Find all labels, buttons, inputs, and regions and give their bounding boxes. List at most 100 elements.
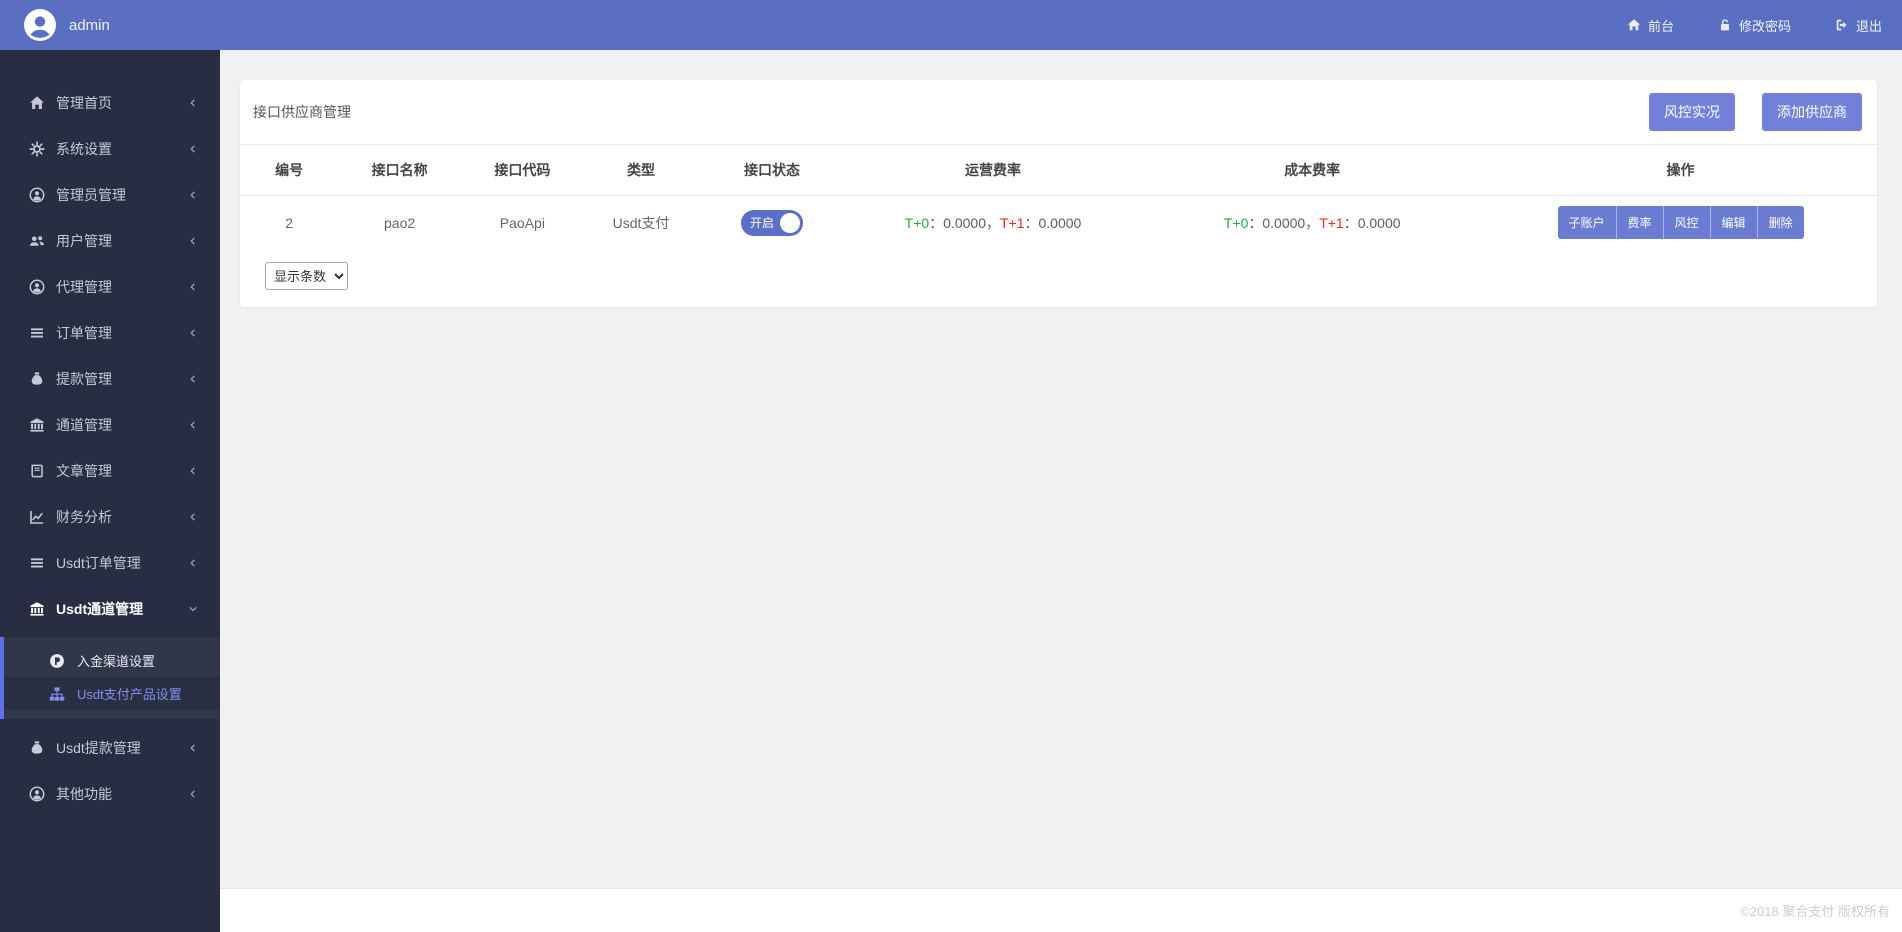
chevron-left-icon bbox=[188, 282, 198, 292]
sidebar-item-usdt-withdraw-manage[interactable]: Usdt提款管理 bbox=[0, 725, 220, 771]
chevron-left-icon bbox=[188, 743, 198, 753]
user-avatar-icon bbox=[24, 9, 56, 41]
lock-icon bbox=[1718, 18, 1732, 32]
chevron-left-icon bbox=[188, 144, 198, 154]
user-circle-icon bbox=[28, 786, 45, 802]
cell-id: 2 bbox=[285, 214, 293, 231]
topbar-link-change-password[interactable]: 修改密码 bbox=[1718, 16, 1791, 35]
chevron-left-icon bbox=[188, 328, 198, 338]
status-toggle[interactable]: 开启 bbox=[740, 209, 803, 236]
fee-t1-label: T+1 bbox=[1319, 214, 1344, 231]
list-icon bbox=[28, 325, 45, 341]
p-circle-icon bbox=[48, 653, 65, 669]
table-header-row: 编号 接口名称 接口代码 类型 接口状态 运营费率 成本费率 操作 bbox=[240, 145, 1877, 196]
sidebar-item-withdraw-manage[interactable]: 提款管理 bbox=[0, 356, 220, 402]
fee-t0-value: ：0.0000， bbox=[929, 214, 1000, 231]
copyright-text: ©2018 聚合支付 版权所有 bbox=[1740, 904, 1890, 919]
chevron-left-icon bbox=[188, 236, 198, 246]
users-icon bbox=[28, 233, 45, 249]
sidebar-item-label: 订单管理 bbox=[56, 325, 112, 341]
user-circle-icon bbox=[28, 187, 45, 203]
delete-button[interactable]: 删除 bbox=[1757, 206, 1804, 240]
cell-type: Usdt支付 bbox=[612, 214, 670, 231]
sidebar-subitem-label: 入金渠道设置 bbox=[77, 654, 156, 669]
sidebar-item-label: Usdt通道管理 bbox=[56, 601, 144, 617]
sidebar-item-usdt-order-manage[interactable]: Usdt订单管理 bbox=[0, 540, 220, 586]
col-header: 操作 bbox=[1484, 145, 1877, 196]
sidebar-item-user-manage[interactable]: 用户管理 bbox=[0, 218, 220, 264]
sidebar-item-manage-home[interactable]: 管理首页 bbox=[0, 80, 220, 126]
chevron-left-icon bbox=[188, 558, 198, 568]
sub-account-button[interactable]: 子账户 bbox=[1557, 206, 1617, 240]
username: admin bbox=[69, 16, 110, 34]
col-header: 成本费率 bbox=[1140, 145, 1485, 196]
add-supplier-button[interactable]: 添加供应商 bbox=[1762, 93, 1862, 131]
cell-actions: 子账户 费率 风控 编辑 删除 bbox=[1484, 195, 1877, 250]
sidebar-item-label: 通道管理 bbox=[56, 417, 112, 433]
topbar-user[interactable]: admin bbox=[0, 9, 110, 41]
bank-icon bbox=[28, 601, 45, 617]
page-size-select[interactable]: 显示条数 bbox=[265, 262, 348, 290]
topbar-link-frontend[interactable]: 前台 bbox=[1627, 16, 1674, 35]
sidebar-item-channel-manage[interactable]: 通道管理 bbox=[0, 402, 220, 448]
sidebar-item-label: 提款管理 bbox=[56, 371, 112, 387]
row-action-group: 子账户 费率 风控 编辑 删除 bbox=[1557, 206, 1804, 240]
sidebar-item-label: 管理员管理 bbox=[56, 187, 126, 203]
sidebar-item-finance-analysis[interactable]: 财务分析 bbox=[0, 494, 220, 540]
sitemap-icon bbox=[48, 686, 65, 702]
sidebar: 管理首页系统设置管理员管理用户管理代理管理订单管理提款管理通道管理文章管理财务分… bbox=[0, 50, 220, 932]
sidebar-item-label: 其他功能 bbox=[56, 786, 112, 802]
risk-live-button[interactable]: 风控实况 bbox=[1649, 93, 1735, 131]
fee-t0-label: T+0 bbox=[1223, 214, 1249, 231]
sidebar-item-label: 管理首页 bbox=[56, 95, 112, 111]
col-header: 类型 bbox=[583, 145, 699, 196]
cell-cost-fee: T+0：0.0000，T+1：0.0000 bbox=[1140, 195, 1484, 250]
rate-button[interactable]: 费率 bbox=[1616, 206, 1664, 240]
cell-status: 开启 bbox=[698, 195, 845, 250]
supplier-card: 接口供应商管理 风控实况 添加供应商 编号 接口名称 接口代码 类型 接口状态 运营费率 成本… bbox=[240, 80, 1877, 307]
money-bag-icon bbox=[28, 371, 45, 387]
fee-t0-value: ：0.0000， bbox=[1248, 214, 1320, 231]
sign-out-icon bbox=[1835, 18, 1849, 32]
sidebar-item-label: 文章管理 bbox=[56, 463, 112, 479]
sidebar-subitem-deposit-channel-settings[interactable]: 入金渠道设置 bbox=[4, 644, 220, 677]
toggle-label: 开启 bbox=[749, 216, 774, 231]
edit-button[interactable]: 编辑 bbox=[1710, 206, 1758, 240]
chevron-left-icon bbox=[188, 466, 198, 476]
chevron-left-icon bbox=[188, 512, 198, 522]
submenu-usdt-channel-manage: 入金渠道设置 Usdt支付产品设置 bbox=[0, 637, 220, 719]
supplier-table: 编号 接口名称 接口代码 类型 接口状态 运营费率 成本费率 操作 2 pao2 PaoApi Us… bbox=[240, 145, 1877, 250]
sidebar-subitem-usdt-pay-product-settings[interactable]: Usdt支付产品设置 bbox=[4, 677, 220, 710]
sidebar-item-label: Usdt订单管理 bbox=[56, 555, 141, 571]
sidebar-item-admin-manage[interactable]: 管理员管理 bbox=[0, 172, 220, 218]
toggle-knob bbox=[779, 212, 800, 233]
sidebar-subitem-label: Usdt支付产品设置 bbox=[77, 687, 182, 702]
fee-t1-label: T+1 bbox=[999, 214, 1025, 231]
sidebar-item-label: 财务分析 bbox=[56, 509, 112, 525]
bank-icon bbox=[28, 417, 45, 433]
risk-button[interactable]: 风控 bbox=[1663, 206, 1711, 240]
col-header: 运营费率 bbox=[845, 145, 1141, 196]
fee-t0-label: T+0 bbox=[904, 214, 930, 231]
col-header: 接口状态 bbox=[698, 145, 846, 196]
topbar: admin 前台 修改密码 退出 bbox=[0, 0, 1902, 50]
page-footer: ©2018 聚合支付 版权所有 bbox=[220, 888, 1902, 932]
sidebar-item-label: 系统设置 bbox=[56, 141, 112, 157]
card-actions: 风控实况 添加供应商 bbox=[1649, 93, 1862, 131]
sidebar-item-article-manage[interactable]: 文章管理 bbox=[0, 448, 220, 494]
topbar-link-label: 修改密码 bbox=[1738, 18, 1791, 34]
sidebar-item-other-functions[interactable]: 其他功能 bbox=[0, 771, 220, 817]
user-circle-icon bbox=[28, 279, 45, 295]
sidebar-item-label: 用户管理 bbox=[56, 233, 112, 249]
sidebar-item-system-settings[interactable]: 系统设置 bbox=[0, 126, 220, 172]
chevron-down-icon bbox=[188, 604, 198, 614]
sidebar-item-usdt-channel-manage[interactable]: Usdt通道管理 bbox=[0, 586, 220, 632]
sidebar-item-label: Usdt提款管理 bbox=[56, 740, 141, 756]
sidebar-item-order-manage[interactable]: 订单管理 bbox=[0, 310, 220, 356]
table-row: 2 pao2 PaoApi Usdt支付 开启 T+0：0.0000，T+1：0.0000… bbox=[240, 195, 1877, 250]
topbar-link-logout[interactable]: 退出 bbox=[1835, 16, 1882, 35]
chevron-left-icon bbox=[188, 420, 198, 430]
chevron-left-icon bbox=[188, 789, 198, 799]
cell-name: pao2 bbox=[384, 214, 416, 231]
sidebar-item-agent-manage[interactable]: 代理管理 bbox=[0, 264, 220, 310]
